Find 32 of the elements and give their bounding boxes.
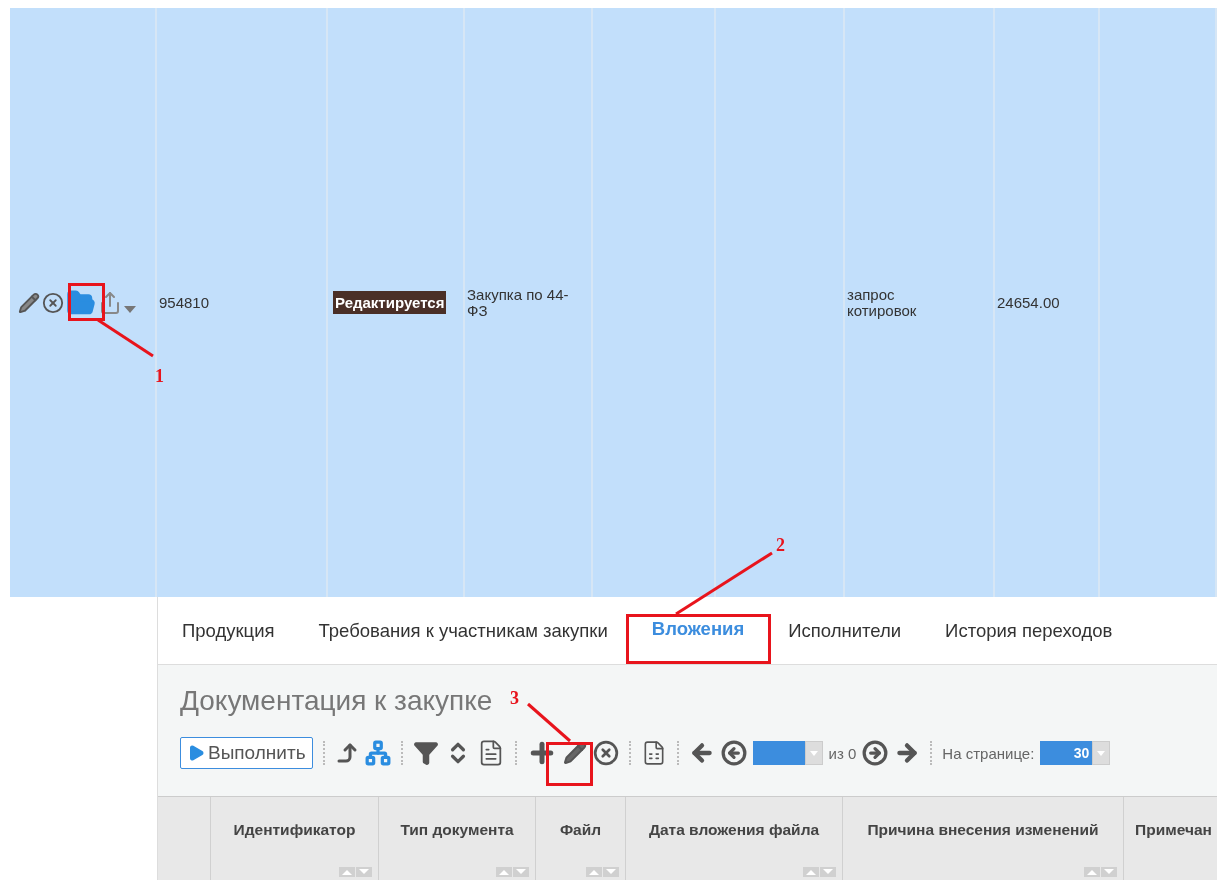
page-count: из 0 — [828, 744, 857, 762]
share-icon[interactable] — [98, 290, 122, 315]
highlight-frame — [68, 283, 105, 321]
leader-line — [527, 702, 571, 743]
section-title: Документация к закупке — [180, 685, 493, 717]
column-header[interactable]: Дата вложения файла — [626, 797, 843, 880]
column-header[interactable]: Причина внесения изменений — [843, 797, 1124, 880]
annotation-number: 3 — [510, 688, 519, 709]
page-number-field[interactable] — [752, 741, 805, 765]
run-button[interactable]: Выполнить — [180, 737, 313, 769]
tab[interactable]: Продукция — [160, 619, 297, 642]
next-page-icon[interactable] — [862, 740, 889, 766]
leader-line — [97, 318, 154, 358]
hierarchy-icon[interactable] — [364, 740, 391, 766]
highlight-frame — [546, 742, 593, 786]
column-header[interactable]: Файл — [536, 797, 626, 880]
tab[interactable]: История переходов — [923, 619, 1135, 642]
delete-icon[interactable] — [592, 740, 619, 766]
filter-icon[interactable] — [412, 740, 439, 766]
page-size-label: На странице: — [942, 744, 1035, 762]
annotation-number: 2 — [776, 535, 785, 556]
column-header[interactable]: Примечан — [1124, 797, 1217, 880]
tab[interactable]: Исполнители — [766, 619, 924, 642]
column-header[interactable]: Идентификатор — [211, 797, 379, 880]
column-header[interactable]: Тип документа — [379, 797, 536, 880]
status-badge: Редактируется — [333, 291, 447, 314]
previous-page-icon[interactable] — [720, 740, 747, 766]
tab[interactable]: Требования к участникам закупки — [296, 619, 630, 642]
pencil-icon[interactable] — [18, 291, 40, 314]
play-icon — [187, 744, 205, 762]
delete-icon[interactable] — [42, 291, 64, 314]
annotation-number: 1 — [155, 366, 164, 387]
